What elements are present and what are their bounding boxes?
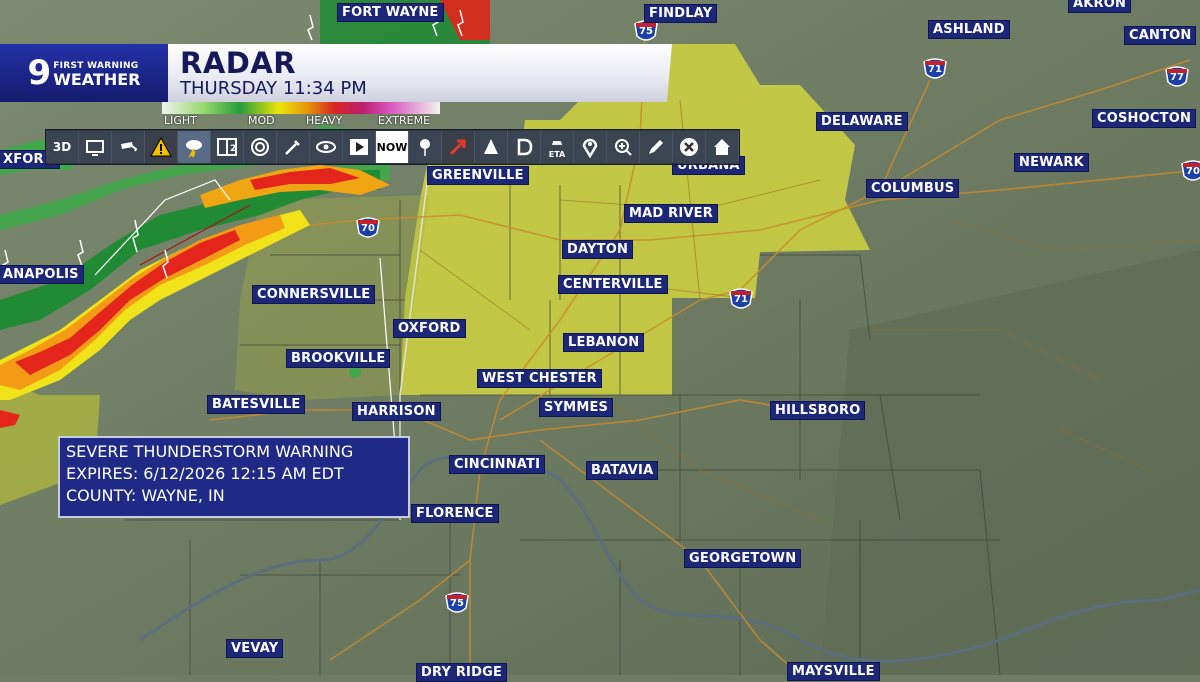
city-label-delaware[interactable]: DELAWARE — [816, 112, 908, 131]
close-icon[interactable] — [673, 131, 706, 163]
interstate-number: 71 — [928, 64, 942, 75]
storm-cloud-icon[interactable] — [178, 131, 211, 163]
storm-track-icon[interactable] — [442, 131, 475, 163]
balloon-icon[interactable] — [409, 131, 442, 163]
city-label-harrison[interactable]: HARRISON — [352, 402, 441, 421]
warning-expiry: EXPIRES: 6/12/2026 12:15 AM EDT — [66, 464, 344, 483]
city-label-indianapolis[interactable]: ANAPOLIS — [0, 265, 84, 284]
radar-toolbar: 3D 2 NOW ETA — [45, 129, 740, 165]
warning-info-box[interactable]: SEVERE THUNDERSTORM WARNING EXPIRES: 6/1… — [58, 436, 410, 518]
legend-label-mod: MOD — [248, 114, 275, 127]
city-label-coshocton[interactable]: COSHOCTON — [1092, 109, 1197, 128]
warning-icon[interactable] — [145, 131, 178, 163]
city-label-hillsboro[interactable]: HILLSBORO — [770, 401, 866, 420]
warning-county: COUNTY: WAYNE, IN — [66, 486, 225, 505]
city-label-greenville[interactable]: GREENVILLE — [427, 166, 529, 185]
cone-icon[interactable] — [475, 131, 508, 163]
city-label-west-chester[interactable]: WEST CHESTER — [477, 369, 602, 388]
interstate-70-shield: 70 — [355, 217, 381, 241]
interstate-number: 70 — [361, 223, 375, 234]
home-icon[interactable] — [706, 131, 739, 163]
interstate-71-shield: 71 — [922, 58, 948, 82]
logo-number: 9 — [27, 53, 52, 93]
city-label-mad-river[interactable]: MAD RIVER — [624, 204, 718, 223]
city-label-centerville[interactable]: CENTERVILLE — [558, 275, 668, 294]
eye-icon[interactable] — [310, 131, 343, 163]
city-label-brookville[interactable]: BROOKVILLE — [286, 349, 391, 368]
interstate-75-shield: 75 — [633, 20, 659, 44]
city-label-maysville[interactable]: MAYSVILLE — [787, 662, 880, 681]
city-label-columbus[interactable]: COLUMBUS — [866, 179, 960, 198]
city-label-findlay[interactable]: FINDLAY — [644, 4, 718, 23]
radar-ring-icon[interactable] — [244, 131, 277, 163]
play-icon[interactable] — [343, 131, 376, 163]
city-label-lebanon[interactable]: LEBANON — [563, 333, 645, 352]
pencil-icon[interactable] — [640, 131, 673, 163]
logo-line-2: WEATHER — [53, 70, 141, 89]
3d-button[interactable]: 3D — [46, 131, 79, 163]
legend-label-extreme: EXTREME — [378, 114, 431, 127]
eta-label: ETA — [548, 149, 566, 159]
legend-gradient — [162, 102, 440, 114]
city-label-batesville[interactable]: BATESVILLE — [207, 395, 306, 414]
legend-label-heavy: HEAVY — [306, 114, 343, 127]
timestamp: THURSDAY 11:34 PM — [180, 78, 367, 99]
interstate-number: 75 — [450, 598, 464, 609]
city-label-oxford[interactable]: OXFORD — [393, 319, 466, 338]
city-label-batavia[interactable]: BATAVIA — [586, 461, 659, 480]
camera-icon[interactable] — [112, 131, 145, 163]
city-label-symmes[interactable]: SYMMES — [539, 398, 614, 417]
zoom-icon[interactable] — [607, 131, 640, 163]
interstate-70-east-shield: 70 — [1180, 160, 1200, 184]
half-split-label: 2 — [230, 144, 236, 154]
city-label-fort-wayne[interactable]: FORT WAYNE — [337, 3, 444, 22]
city-label-dry-ridge[interactable]: DRY RIDGE — [416, 663, 508, 682]
interstate-number: 71 — [734, 294, 748, 305]
interstate-number: 75 — [639, 26, 653, 37]
city-label-newark[interactable]: NEWARK — [1014, 153, 1089, 172]
half-split-button[interactable]: 2 — [211, 131, 244, 163]
interstate-77-shield: 77 — [1164, 66, 1190, 90]
monitor-icon[interactable] — [79, 131, 112, 163]
car-eta-button[interactable]: ETA — [541, 131, 574, 163]
d-icon[interactable] — [508, 131, 541, 163]
city-label-vevay[interactable]: VEVAY — [226, 639, 284, 658]
station-logo: 9 FIRST WARNING WEATHER — [0, 44, 168, 102]
city-label-dayton[interactable]: DAYTON — [562, 240, 634, 259]
interstate-number: 70 — [1186, 166, 1200, 177]
warning-type: SEVERE THUNDERSTORM WARNING — [66, 442, 354, 461]
city-label-florence[interactable]: FLORENCE — [411, 504, 499, 523]
interstate-71-shield-south: 71 — [728, 288, 754, 312]
city-label-cincinnati[interactable]: CINCINNATI — [449, 455, 546, 474]
now-button[interactable]: NOW — [376, 131, 409, 163]
page-title: RADAR — [180, 46, 297, 80]
city-label-akron[interactable]: AKRON — [1068, 0, 1132, 13]
city-label-connersville[interactable]: CONNERSVILLE — [252, 285, 376, 304]
radar-header: 9 FIRST WARNING WEATHER RADAR THURSDAY 1… — [0, 44, 672, 102]
city-label-ashland[interactable]: ASHLAND — [928, 20, 1010, 39]
logo-text: FIRST WARNING WEATHER — [53, 59, 141, 89]
interstate-75-shield-south: 75 — [444, 592, 470, 616]
legend-label-light: LIGHT — [164, 114, 197, 127]
pin-icon[interactable] — [574, 131, 607, 163]
dropper-icon[interactable] — [277, 131, 310, 163]
city-label-canton[interactable]: CANTON — [1124, 26, 1197, 45]
interstate-number: 77 — [1170, 72, 1184, 83]
city-label-georgetown[interactable]: GEORGETOWN — [684, 549, 802, 568]
